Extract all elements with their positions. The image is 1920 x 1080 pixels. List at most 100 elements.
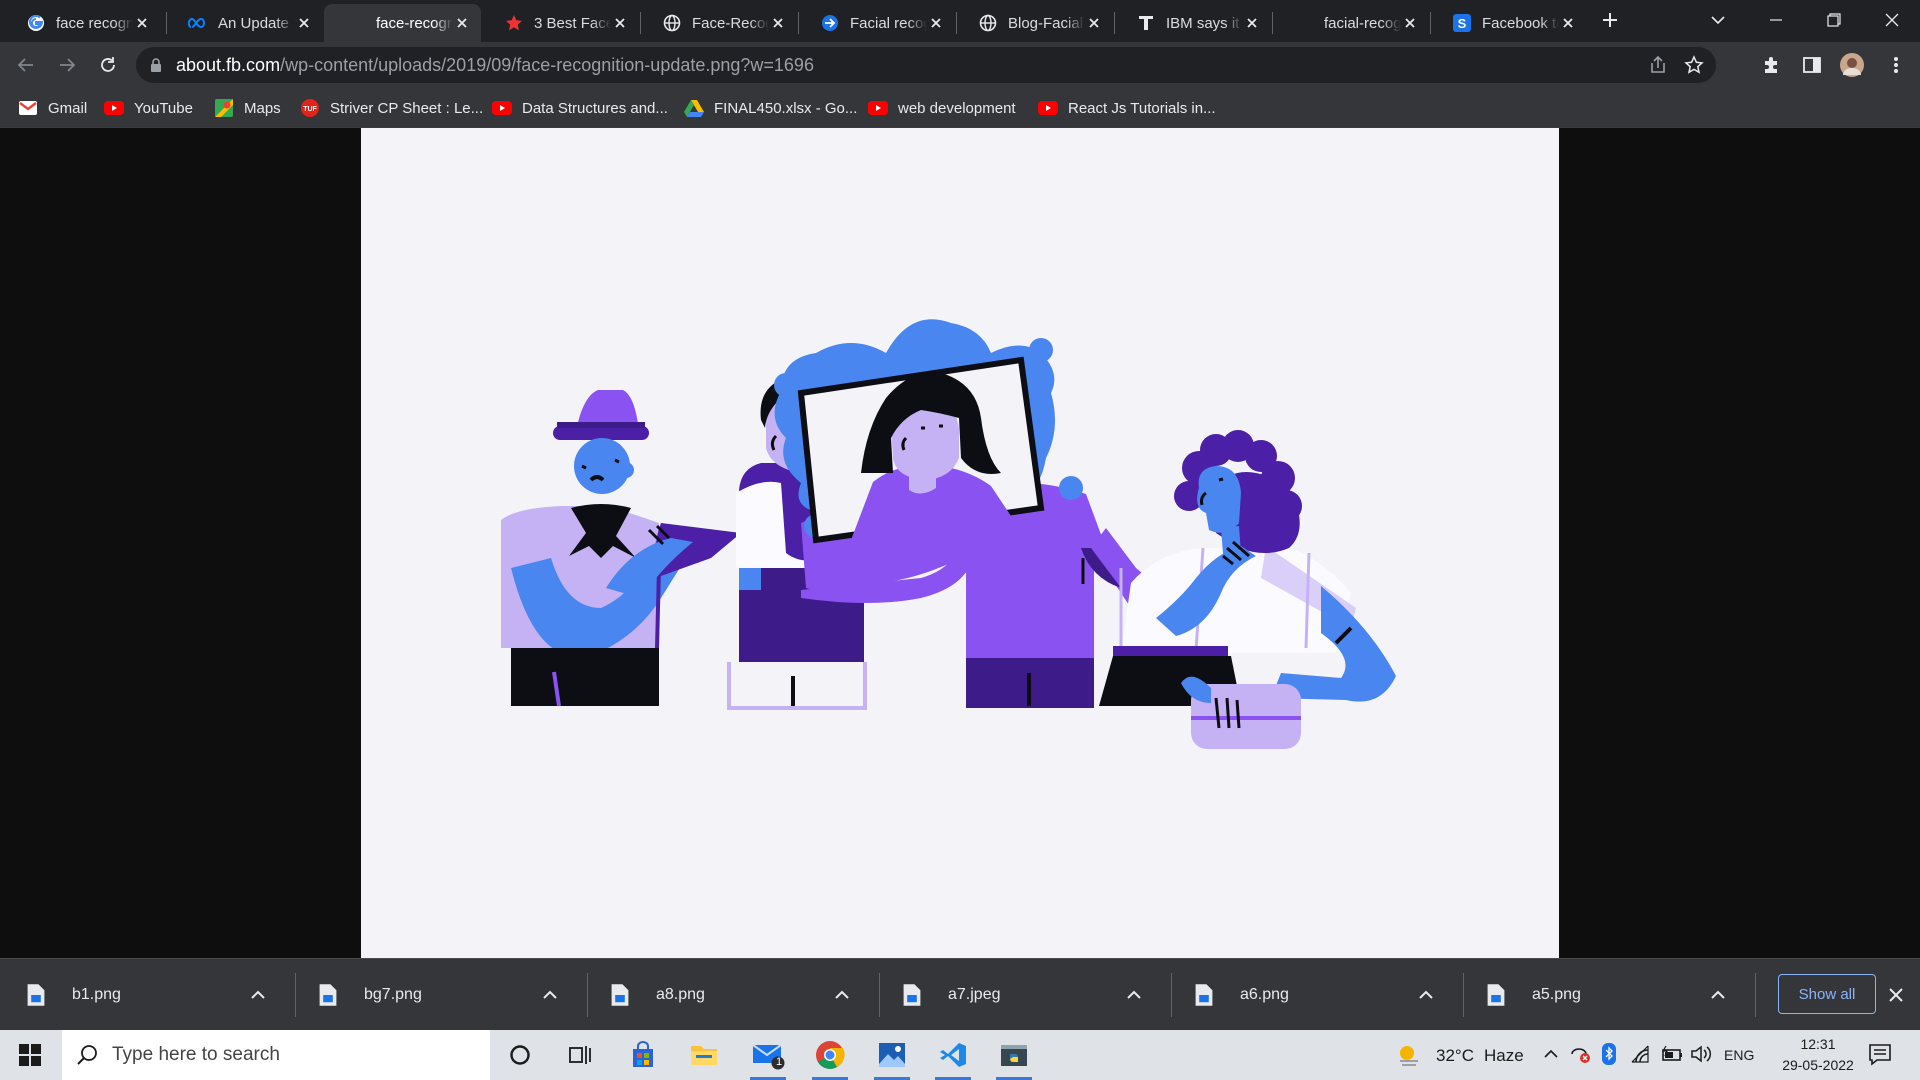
search-placeholder: Type here to search (112, 1044, 280, 1065)
close-icon[interactable] (927, 14, 945, 32)
close-icon[interactable] (1401, 14, 1419, 32)
displayed-image[interactable] (361, 128, 1559, 958)
download-item[interactable]: a8.png (584, 959, 874, 1031)
weather-description[interactable]: Haze (1484, 1046, 1524, 1066)
tab-title: Facebook to (1482, 14, 1559, 32)
start-button[interactable] (6, 1035, 54, 1075)
bookmark-data-structures[interactable]: Data Structures and... (492, 97, 668, 119)
address-bar[interactable]: about.fb.com/wp-content/uploads/2019/09/… (136, 47, 1716, 83)
bookmark-maps[interactable]: Maps (214, 97, 281, 119)
vscode-icon (940, 1043, 966, 1067)
download-item[interactable]: a6.png (1168, 959, 1458, 1031)
chevron-up-icon (1419, 990, 1433, 999)
taskbar-python[interactable] (990, 1035, 1038, 1080)
bluetooth-icon[interactable] (1602, 1043, 1616, 1070)
close-icon[interactable] (295, 14, 313, 32)
security-alert-icon[interactable] (1570, 1044, 1592, 1069)
tab-facial-recog[interactable]: Facial recog (798, 4, 955, 42)
browser-menu-button[interactable] (1880, 49, 1912, 81)
close-icon (1885, 13, 1899, 27)
reload-button[interactable] (92, 49, 124, 81)
download-item[interactable]: bg7.png (292, 959, 582, 1031)
taskbar-vscode[interactable] (929, 1035, 977, 1080)
folder-icon (691, 1046, 717, 1065)
input-language[interactable]: ENG (1724, 1047, 1754, 1063)
google-g-icon (26, 13, 46, 33)
close-icon[interactable] (133, 14, 151, 32)
side-panel-icon (1803, 57, 1821, 73)
download-item[interactable]: a5.png (1460, 959, 1750, 1031)
taskbar-search-box[interactable]: Type here to search (62, 1030, 490, 1080)
profile-avatar[interactable] (1836, 49, 1868, 81)
tab-facial-recog-2[interactable]: facial-recog (1272, 4, 1429, 42)
wifi-icon[interactable] (1630, 1044, 1652, 1069)
close-icon[interactable] (769, 14, 787, 32)
tab-an-update[interactable]: An Update (166, 4, 323, 42)
image-file-icon (319, 984, 337, 1006)
bookmark-gmail[interactable]: Gmail (18, 97, 87, 119)
task-view-button[interactable] (556, 1035, 604, 1075)
chevron-up-icon[interactable] (1542, 1045, 1560, 1068)
bookmark-youtube[interactable]: YouTube (104, 97, 193, 119)
download-item[interactable]: a7.jpeg (876, 959, 1166, 1031)
download-filename: a8.png (656, 986, 705, 1003)
tab-face-recognition-search[interactable]: face recogn (4, 4, 161, 42)
bookmark-react-tutorials[interactable]: React Js Tutorials in... (1038, 97, 1216, 119)
download-filename: bg7.png (364, 986, 422, 1003)
taskbar-photos[interactable] (868, 1035, 916, 1080)
tab-facebook-to[interactable]: S Facebook to (1430, 4, 1587, 42)
taskbar-chrome[interactable] (806, 1035, 854, 1080)
clock-time[interactable]: 12:31 (1790, 1036, 1846, 1052)
bookmark-striver[interactable]: TUF Striver CP Sheet : Le... (300, 97, 483, 119)
youtube-icon (868, 100, 888, 116)
globe-icon (978, 13, 998, 33)
close-window-button[interactable] (1864, 0, 1920, 40)
notification-center-icon[interactable] (1868, 1042, 1892, 1071)
battery-icon[interactable] (1660, 1045, 1684, 1068)
tuf-icon: TUF (300, 99, 320, 117)
extensions-button[interactable] (1756, 49, 1788, 81)
tab-3-best-face[interactable]: 3 Best Face (482, 4, 639, 42)
tab-blog-facial[interactable]: Blog-Facial (956, 4, 1113, 42)
download-item[interactable]: b1.png (0, 959, 290, 1031)
volume-icon[interactable] (1690, 1045, 1714, 1068)
meta-infinity-icon (188, 13, 208, 33)
bookmark-label: React Js Tutorials in... (1068, 99, 1216, 117)
bookmark-final450[interactable]: FINAL450.xlsx - Go... (684, 97, 857, 119)
back-button[interactable] (10, 49, 42, 81)
forward-button[interactable] (51, 49, 83, 81)
bookmark-label: YouTube (134, 99, 193, 117)
new-tab-button[interactable] (1586, 0, 1634, 40)
minimize-icon (1770, 19, 1782, 21)
close-icon[interactable] (1085, 14, 1103, 32)
avatar-icon (1840, 53, 1864, 77)
show-all-downloads-button[interactable]: Show all (1778, 974, 1876, 1014)
bookmark-web-development[interactable]: web development (868, 97, 1016, 119)
tab-search-button[interactable] (1692, 0, 1744, 40)
tab-face-recog[interactable]: Face-Recog (640, 4, 797, 42)
close-icon[interactable] (611, 14, 629, 32)
red-star-icon (504, 13, 524, 33)
close-icon[interactable] (1243, 14, 1261, 32)
close-icon[interactable] (1559, 14, 1577, 32)
minimize-button[interactable] (1748, 0, 1804, 40)
share-icon[interactable] (1648, 55, 1668, 80)
restore-button[interactable] (1806, 0, 1862, 40)
close-icon[interactable] (1886, 985, 1906, 1005)
tab-ibm-says[interactable]: IBM says it (1114, 4, 1271, 42)
side-panel-button[interactable] (1796, 49, 1828, 81)
tab-title: face-recogn (376, 14, 453, 32)
weather-icon[interactable] (1396, 1043, 1422, 1072)
youtube-icon (492, 100, 512, 116)
weather-temperature[interactable]: 32°C (1436, 1046, 1474, 1066)
taskbar-mail[interactable]: 1 (744, 1035, 792, 1080)
taskbar-file-explorer[interactable] (680, 1035, 728, 1075)
url-text[interactable]: about.fb.com/wp-content/uploads/2019/09/… (176, 55, 814, 76)
clock-date[interactable]: 29-05-2022 (1770, 1057, 1866, 1073)
tab-face-recognition-image[interactable]: face-recogn (324, 4, 481, 42)
photos-icon (879, 1043, 905, 1067)
close-icon[interactable] (453, 14, 471, 32)
bookmark-star-icon[interactable] (1684, 55, 1704, 80)
cortana-button[interactable] (496, 1035, 544, 1075)
taskbar-store-app[interactable] (619, 1035, 667, 1075)
